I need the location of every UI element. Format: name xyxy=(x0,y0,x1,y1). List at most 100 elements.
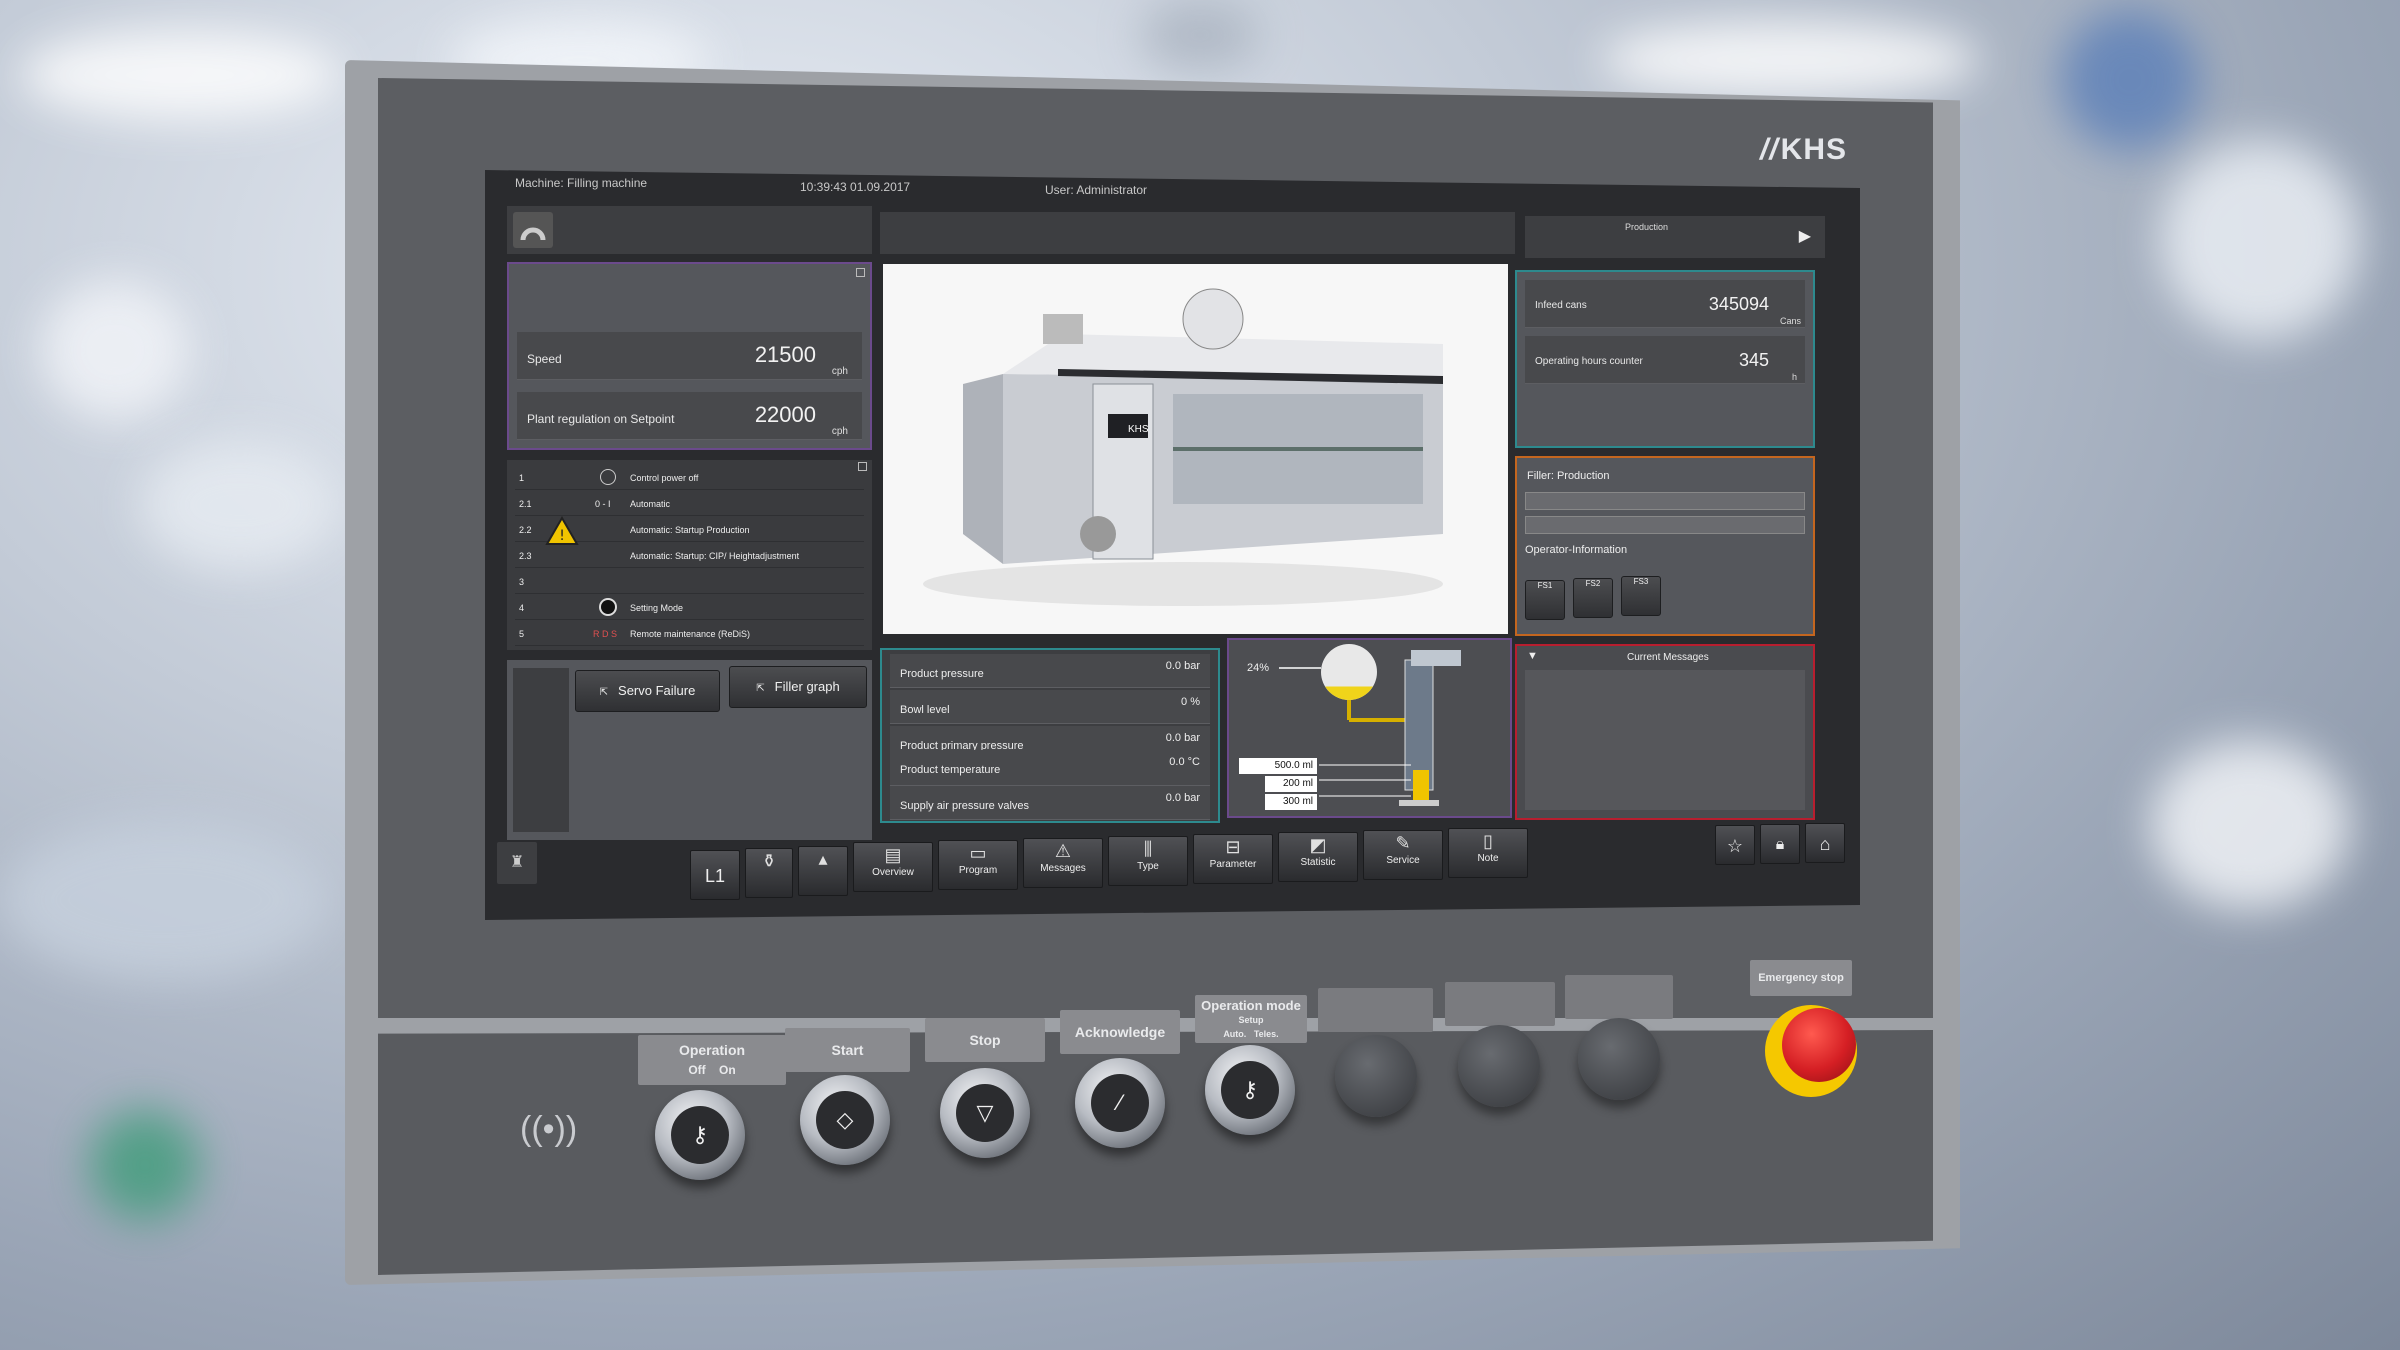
measurement-value: 0 % xyxy=(1181,696,1200,708)
machine-name: Machine: Filling machine xyxy=(515,176,648,190)
production-bar: Production ▶ xyxy=(1525,216,1825,258)
blank-button[interactable] xyxy=(1458,1025,1540,1107)
measurement-value: 0.0 bar xyxy=(1165,732,1200,744)
step-row: 3 xyxy=(515,570,864,594)
counter-label: Infeed cans xyxy=(1535,300,1587,311)
play-icon[interactable]: ▶ xyxy=(1799,226,1811,246)
measurement-value: 0.0 °C xyxy=(1169,756,1200,768)
steps-panel: 1 Control power off 2.1 0 - I Automatic 2.2… xyxy=(507,460,872,650)
blank-button[interactable] xyxy=(1578,1018,1660,1100)
off-label: Off xyxy=(688,1063,706,1077)
filler-panel: Filler: Production Operator-Information … xyxy=(1515,456,1815,636)
trophy-icon[interactable]: ♜ xyxy=(497,842,537,884)
counter-value: 345094 xyxy=(1708,294,1769,314)
counter-value: 345 xyxy=(1738,350,1769,370)
blank-plate xyxy=(1318,988,1433,1032)
filler-mode-button[interactable]: ⚱ xyxy=(745,848,793,898)
step-label: Automatic: Startup Production xyxy=(630,525,750,535)
open-icon: ⇱ xyxy=(599,687,609,698)
bokeh-green xyxy=(90,1110,200,1220)
step-symbol: R D S xyxy=(593,629,618,639)
toolbar-messages[interactable]: ⚠ Messages xyxy=(1023,838,1103,888)
rfid-icon: ((•)) xyxy=(520,1110,578,1148)
toolbar-label: Statistic xyxy=(1300,857,1336,868)
circle-icon xyxy=(600,469,616,485)
toolbar-program[interactable]: ▭ Program xyxy=(938,840,1018,890)
lock-button[interactable]: 🔒︎ xyxy=(1760,824,1800,864)
counters-panel: Infeed cans 345094 Cans Operating hours … xyxy=(1515,270,1815,448)
servo-failure-button[interactable]: ⇱ Servo Failure xyxy=(575,670,720,712)
blank-button[interactable] xyxy=(1335,1035,1417,1117)
volume-box: 500.0 ml xyxy=(1239,758,1317,774)
bokeh-light xyxy=(2150,740,2350,910)
filler-title: Filler: Production xyxy=(1527,470,1610,482)
filler-field xyxy=(1525,492,1805,510)
counter-row: Infeed cans 345094 Cans xyxy=(1525,280,1805,328)
toolbar-label: Program xyxy=(958,865,998,876)
favorite-button[interactable]: ☆ xyxy=(1715,825,1755,865)
emergency-plate: Emergency stop xyxy=(1750,960,1852,996)
bokeh-light xyxy=(1600,20,1980,100)
toolbar-parameter[interactable]: ⊟ Parameter xyxy=(1193,834,1273,884)
toolbar-statistic[interactable]: ◩ Statistic xyxy=(1278,832,1358,882)
action-panel: ⇱ Servo Failure ⇱ Filler graph xyxy=(507,660,872,840)
hmi-screen: Machine: Filling machine 10:39:43 01.09.… xyxy=(485,170,1860,920)
speed-value: 21500 xyxy=(754,342,816,367)
start-button[interactable]: ◇ xyxy=(800,1075,890,1165)
measurement-row: Product pressure 0.0 bar xyxy=(890,654,1210,688)
expand-icon[interactable] xyxy=(856,268,865,277)
home-button[interactable]: ⌂ xyxy=(1805,823,1845,863)
measurement-name: Product temperature xyxy=(900,764,1001,776)
step-row: 2.1 0 - I Automatic xyxy=(515,492,864,516)
operation-mode-switch[interactable]: ⚷ xyxy=(1205,1045,1295,1135)
volume-box: 200 ml xyxy=(1265,776,1317,792)
speed-row: Speed 21500 cph xyxy=(517,332,862,380)
operation-label: Operation xyxy=(678,1042,746,1058)
measurement-row: Product temperature 0.0 °C xyxy=(890,750,1210,786)
fs2-key[interactable]: FS2 xyxy=(1573,578,1613,618)
auto-label: Auto. xyxy=(1223,1029,1247,1039)
filler-graph-button[interactable]: ⇱ Filler graph xyxy=(729,666,867,708)
toolbar-note[interactable]: ▯ Note xyxy=(1448,828,1528,878)
operation-key-switch[interactable]: ⚷ xyxy=(655,1090,745,1180)
bokeh-light xyxy=(20,30,340,120)
step-row: 1 Control power off xyxy=(515,466,864,490)
toolbar-type[interactable]: ⫼ Type xyxy=(1108,836,1188,886)
step-symbol: 0 - I xyxy=(595,499,611,509)
open-icon: ⇱ xyxy=(756,683,765,694)
filler-graph-label: Filler graph xyxy=(774,679,840,694)
toolbar-overview[interactable]: ▤ Overview xyxy=(853,842,933,892)
emergency-stop-button[interactable] xyxy=(1782,1008,1856,1082)
top-left-bar xyxy=(507,206,872,254)
filter-icon[interactable]: ▼ xyxy=(1527,650,1538,662)
fs3-key[interactable]: FS3 xyxy=(1621,576,1661,616)
stop-button[interactable]: ▽ xyxy=(940,1068,1030,1158)
blank-plate xyxy=(1565,975,1673,1019)
toolbar-label: Service xyxy=(1386,855,1420,866)
opmode-plate: Operation mode Setup Auto. Teles. xyxy=(1195,995,1307,1043)
toolbar-label: Type xyxy=(1137,861,1159,872)
toolbar-service[interactable]: ✎ Service xyxy=(1363,830,1443,880)
up-button[interactable]: ▴ xyxy=(798,846,848,896)
filler-icon[interactable] xyxy=(513,212,553,248)
step-row: 4 Setting Mode xyxy=(515,596,864,620)
program-icon: ▭ xyxy=(969,843,987,863)
top-center-bar xyxy=(880,212,1515,254)
speed-label: Speed xyxy=(527,352,562,366)
bokeh-blue xyxy=(2060,10,2200,150)
line-button[interactable]: L1 xyxy=(690,850,740,900)
fs1-key[interactable]: FS1 xyxy=(1525,580,1565,620)
machine-label: KHS xyxy=(1128,424,1149,435)
filler-field xyxy=(1525,516,1805,534)
star-icon: ☆ xyxy=(1726,836,1744,856)
messages-list[interactable] xyxy=(1525,670,1805,810)
start-plate: Start xyxy=(785,1028,910,1072)
warning-icon: ⚠ xyxy=(1054,841,1072,861)
measurement-row: Bowl level 0 % xyxy=(890,690,1210,724)
acknowledge-icon: ⁄ xyxy=(1091,1074,1149,1132)
acknowledge-plate: Acknowledge xyxy=(1060,1010,1180,1054)
measurement-name: Supply air pressure valves xyxy=(900,800,1030,812)
volume-box: 300 ml xyxy=(1265,794,1317,810)
acknowledge-button[interactable]: ⁄ xyxy=(1075,1058,1165,1148)
operation-plate: Operation Off On xyxy=(638,1035,786,1085)
